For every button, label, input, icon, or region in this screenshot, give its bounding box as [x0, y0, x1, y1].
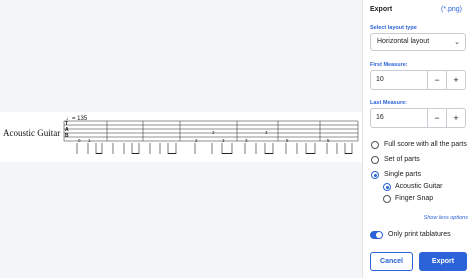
- tab-number: 0: [78, 138, 81, 143]
- last-measure-label: Last Measure:: [370, 100, 407, 106]
- tab-number: 5: [327, 138, 330, 143]
- last-measure-value[interactable]: 16: [376, 114, 384, 121]
- part-finger-snap-label[interactable]: Finger Snap: [395, 195, 433, 202]
- tab-number: 3: [212, 130, 215, 135]
- tab-number: 3: [265, 130, 268, 135]
- tablature-toggle-label: Only print tablatures: [388, 231, 451, 238]
- single-parts-label[interactable]: Single parts: [384, 171, 421, 178]
- layout-label: Select layout type: [370, 25, 417, 31]
- tab-number: 3: [245, 138, 248, 143]
- first-measure-minus-button[interactable]: −: [427, 71, 446, 89]
- first-measure-stepper[interactable]: 10 − +: [370, 70, 466, 90]
- chevron-down-icon: ⌄: [454, 39, 460, 46]
- full-score-radio[interactable]: [371, 141, 379, 149]
- export-button[interactable]: Export: [419, 252, 467, 271]
- set-of-parts-radio[interactable]: [371, 156, 379, 164]
- last-measure-stepper[interactable]: 16 − +: [370, 108, 466, 128]
- first-measure-value[interactable]: 10: [376, 76, 384, 83]
- score-preview: T A B 0 1 2 3 3 3 3 5 5 Acoustic Guitar …: [0, 0, 362, 278]
- tab-number: 2: [195, 138, 198, 143]
- part-finger-snap-radio[interactable]: [383, 195, 391, 203]
- layout-select-value: Horizontal layout: [377, 38, 430, 45]
- tablature-toggle[interactable]: [370, 231, 383, 239]
- cancel-button[interactable]: Cancel: [370, 252, 413, 271]
- first-measure-label: First Measure:: [370, 62, 408, 68]
- panel-title: Export: [370, 6, 393, 13]
- tempo-marking: ♩= 135: [66, 116, 88, 122]
- part-acoustic-guitar-radio[interactable]: [383, 183, 391, 191]
- show-less-options-link[interactable]: Show less options: [424, 215, 468, 221]
- file-extension: (*.png): [440, 6, 462, 13]
- tab-number: 1: [88, 138, 91, 143]
- set-of-parts-label[interactable]: Set of parts: [384, 156, 420, 163]
- full-score-label[interactable]: Full score with all the parts: [384, 141, 467, 148]
- instrument-name: Acoustic Guitar: [3, 128, 61, 138]
- part-acoustic-guitar-label[interactable]: Acoustic Guitar: [395, 183, 442, 190]
- layout-select[interactable]: Horizontal layout ⌄: [370, 33, 466, 51]
- last-measure-plus-button[interactable]: +: [446, 109, 465, 127]
- single-parts-radio[interactable]: [371, 171, 379, 179]
- last-measure-minus-button[interactable]: −: [427, 109, 446, 127]
- tab-number: 3: [222, 138, 225, 143]
- first-measure-plus-button[interactable]: +: [446, 71, 465, 89]
- tab-number: 5: [286, 138, 289, 143]
